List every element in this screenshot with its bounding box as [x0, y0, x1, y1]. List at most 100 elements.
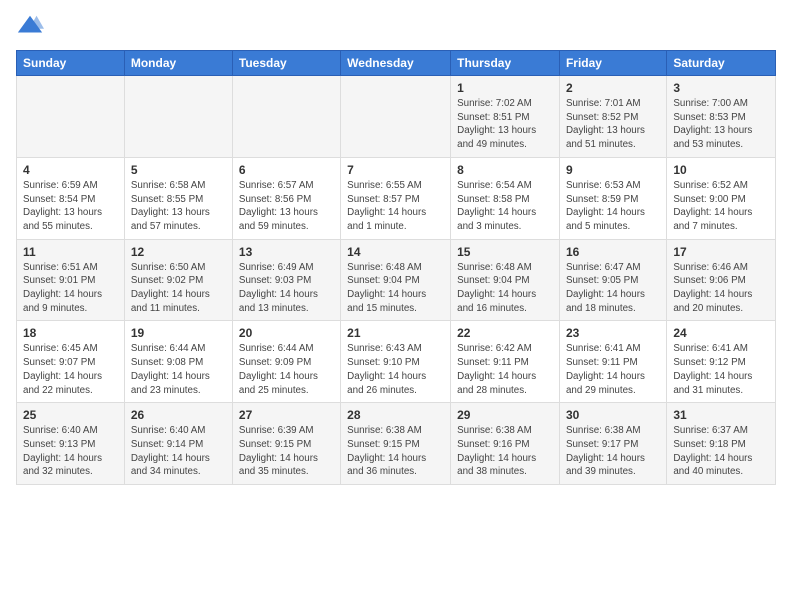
day-info: Sunrise: 6:54 AM Sunset: 8:58 PM Dayligh…: [457, 179, 553, 234]
day-number: 11: [23, 245, 118, 259]
calendar-header-saturday: Saturday: [667, 51, 776, 76]
calendar-header-sunday: Sunday: [17, 51, 125, 76]
calendar-cell: 10Sunrise: 6:52 AM Sunset: 9:00 PM Dayli…: [667, 157, 776, 239]
day-number: 2: [566, 81, 660, 95]
calendar-cell: 19 Sunrise: 6:44 AM Sunset: 9:08 PM Dayli…: [124, 321, 232, 403]
day-info: Sunrise: 6:55 AM Sunset: 8:57 PM Dayligh…: [347, 179, 444, 234]
calendar-cell: [341, 76, 451, 158]
day-info: Sunrise: 7:02 AM Sunset: 8:51 PM Dayligh…: [457, 97, 553, 152]
day-number: 12: [131, 245, 226, 259]
day-info: Sunrise: 6:41 AM Sunset: 9:11 PM Dayligh…: [566, 342, 660, 397]
day-number: 10: [673, 163, 769, 177]
day-number: 3: [673, 81, 769, 95]
day-info: Sunrise: 6:38 AM Sunset: 9:15 PM Dayligh…: [347, 424, 444, 479]
day-info: Sunrise: 6:38 AM Sunset: 9:17 PM Dayligh…: [566, 424, 660, 479]
day-number: 9: [566, 163, 660, 177]
day-info: Sunrise: 6:38 AM Sunset: 9:16 PM Dayligh…: [457, 424, 553, 479]
calendar-body: 1 Sunrise: 7:02 AM Sunset: 8:51 PM Daylig…: [17, 76, 776, 485]
day-number: 24: [673, 326, 769, 340]
calendar-cell: 25 Sunrise: 6:40 AM Sunset: 9:13 PM Dayli…: [17, 403, 125, 485]
day-info: Sunrise: 6:45 AM Sunset: 9:07 PM Dayligh…: [23, 342, 118, 397]
calendar-cell: 28Sunrise: 6:38 AM Sunset: 9:15 PM Dayli…: [341, 403, 451, 485]
day-info: Sunrise: 6:48 AM Sunset: 9:04 PM Dayligh…: [457, 261, 553, 316]
day-info: Sunrise: 6:46 AM Sunset: 9:06 PM Dayligh…: [673, 261, 769, 316]
day-number: 30: [566, 408, 660, 422]
day-info: Sunrise: 6:47 AM Sunset: 9:05 PM Dayligh…: [566, 261, 660, 316]
day-info: Sunrise: 6:51 AM Sunset: 9:01 PM Dayligh…: [23, 261, 118, 316]
calendar-table: SundayMondayTuesdayWednesdayThursdayFrid…: [16, 50, 776, 485]
day-info: Sunrise: 6:44 AM Sunset: 9:08 PM Dayligh…: [131, 342, 226, 397]
calendar-cell: 29Sunrise: 6:38 AM Sunset: 9:16 PM Dayli…: [451, 403, 560, 485]
calendar-cell: 23 Sunrise: 6:41 AM Sunset: 9:11 PM Dayli…: [559, 321, 666, 403]
day-info: Sunrise: 6:57 AM Sunset: 8:56 PM Dayligh…: [239, 179, 334, 234]
day-number: 8: [457, 163, 553, 177]
calendar-cell: 18 Sunrise: 6:45 AM Sunset: 9:07 PM Dayli…: [17, 321, 125, 403]
day-info: Sunrise: 6:40 AM Sunset: 9:14 PM Dayligh…: [131, 424, 226, 479]
day-info: Sunrise: 6:43 AM Sunset: 9:10 PM Dayligh…: [347, 342, 444, 397]
day-number: 15: [457, 245, 553, 259]
calendar-cell: 26 Sunrise: 6:40 AM Sunset: 9:14 PM Dayli…: [124, 403, 232, 485]
day-number: 25: [23, 408, 118, 422]
calendar-cell: 12Sunrise: 6:50 AM Sunset: 9:02 PM Dayli…: [124, 239, 232, 321]
day-info: Sunrise: 6:48 AM Sunset: 9:04 PM Dayligh…: [347, 261, 444, 316]
calendar-cell: 14 Sunrise: 6:48 AM Sunset: 9:04 PM Dayli…: [341, 239, 451, 321]
calendar-cell: 3Sunrise: 7:00 AM Sunset: 8:53 PM Daylig…: [667, 76, 776, 158]
day-info: Sunrise: 6:42 AM Sunset: 9:11 PM Dayligh…: [457, 342, 553, 397]
day-number: 22: [457, 326, 553, 340]
calendar-week-4: 18 Sunrise: 6:45 AM Sunset: 9:07 PM Dayli…: [17, 321, 776, 403]
day-info: Sunrise: 6:39 AM Sunset: 9:15 PM Dayligh…: [239, 424, 334, 479]
calendar-cell: 22 Sunrise: 6:42 AM Sunset: 9:11 PM Dayli…: [451, 321, 560, 403]
calendar-cell: 7Sunrise: 6:55 AM Sunset: 8:57 PM Daylig…: [341, 157, 451, 239]
day-number: 5: [131, 163, 226, 177]
day-number: 4: [23, 163, 118, 177]
day-number: 26: [131, 408, 226, 422]
day-info: Sunrise: 6:49 AM Sunset: 9:03 PM Dayligh…: [239, 261, 334, 316]
calendar-cell: 31 Sunrise: 6:37 AM Sunset: 9:18 PM Dayli…: [667, 403, 776, 485]
calendar-header-tuesday: Tuesday: [232, 51, 340, 76]
day-number: 27: [239, 408, 334, 422]
header: [16, 12, 776, 40]
day-number: 13: [239, 245, 334, 259]
day-info: Sunrise: 6:37 AM Sunset: 9:18 PM Dayligh…: [673, 424, 769, 479]
day-number: 14: [347, 245, 444, 259]
day-number: 23: [566, 326, 660, 340]
day-number: 31: [673, 408, 769, 422]
calendar-cell: 17 Sunrise: 6:46 AM Sunset: 9:06 PM Dayli…: [667, 239, 776, 321]
calendar-week-2: 4 Sunrise: 6:59 AM Sunset: 8:54 PM Daylig…: [17, 157, 776, 239]
calendar-cell: [17, 76, 125, 158]
day-number: 21: [347, 326, 444, 340]
day-number: 17: [673, 245, 769, 259]
calendar-week-1: 1 Sunrise: 7:02 AM Sunset: 8:51 PM Daylig…: [17, 76, 776, 158]
day-info: Sunrise: 6:40 AM Sunset: 9:13 PM Dayligh…: [23, 424, 118, 479]
day-info: Sunrise: 6:58 AM Sunset: 8:55 PM Dayligh…: [131, 179, 226, 234]
calendar-header-wednesday: Wednesday: [341, 51, 451, 76]
logo-icon: [16, 12, 44, 40]
day-number: 19: [131, 326, 226, 340]
day-info: Sunrise: 6:44 AM Sunset: 9:09 PM Dayligh…: [239, 342, 334, 397]
calendar-cell: 11 Sunrise: 6:51 AM Sunset: 9:01 PM Dayli…: [17, 239, 125, 321]
calendar-cell: 4 Sunrise: 6:59 AM Sunset: 8:54 PM Daylig…: [17, 157, 125, 239]
calendar-week-3: 11 Sunrise: 6:51 AM Sunset: 9:01 PM Dayli…: [17, 239, 776, 321]
calendar-cell: 5 Sunrise: 6:58 AM Sunset: 8:55 PM Daylig…: [124, 157, 232, 239]
page: SundayMondayTuesdayWednesdayThursdayFrid…: [0, 0, 792, 497]
calendar-cell: 8 Sunrise: 6:54 AM Sunset: 8:58 PM Daylig…: [451, 157, 560, 239]
day-info: Sunrise: 6:59 AM Sunset: 8:54 PM Dayligh…: [23, 179, 118, 234]
calendar-cell: 9 Sunrise: 6:53 AM Sunset: 8:59 PM Daylig…: [559, 157, 666, 239]
calendar-header-thursday: Thursday: [451, 51, 560, 76]
day-number: 1: [457, 81, 553, 95]
calendar-cell: 1 Sunrise: 7:02 AM Sunset: 8:51 PM Daylig…: [451, 76, 560, 158]
day-info: Sunrise: 6:53 AM Sunset: 8:59 PM Dayligh…: [566, 179, 660, 234]
calendar-cell: 6Sunrise: 6:57 AM Sunset: 8:56 PM Daylig…: [232, 157, 340, 239]
calendar-cell: 13 Sunrise: 6:49 AM Sunset: 9:03 PM Dayli…: [232, 239, 340, 321]
calendar-cell: [232, 76, 340, 158]
calendar-cell: 20Sunrise: 6:44 AM Sunset: 9:09 PM Dayli…: [232, 321, 340, 403]
day-number: 18: [23, 326, 118, 340]
calendar-header-friday: Friday: [559, 51, 666, 76]
day-info: Sunrise: 7:01 AM Sunset: 8:52 PM Dayligh…: [566, 97, 660, 152]
day-info: Sunrise: 6:41 AM Sunset: 9:12 PM Dayligh…: [673, 342, 769, 397]
calendar-cell: 30 Sunrise: 6:38 AM Sunset: 9:17 PM Dayli…: [559, 403, 666, 485]
day-number: 16: [566, 245, 660, 259]
calendar-cell: 27 Sunrise: 6:39 AM Sunset: 9:15 PM Dayli…: [232, 403, 340, 485]
calendar-cell: 2 Sunrise: 7:01 AM Sunset: 8:52 PM Daylig…: [559, 76, 666, 158]
calendar-header-monday: Monday: [124, 51, 232, 76]
